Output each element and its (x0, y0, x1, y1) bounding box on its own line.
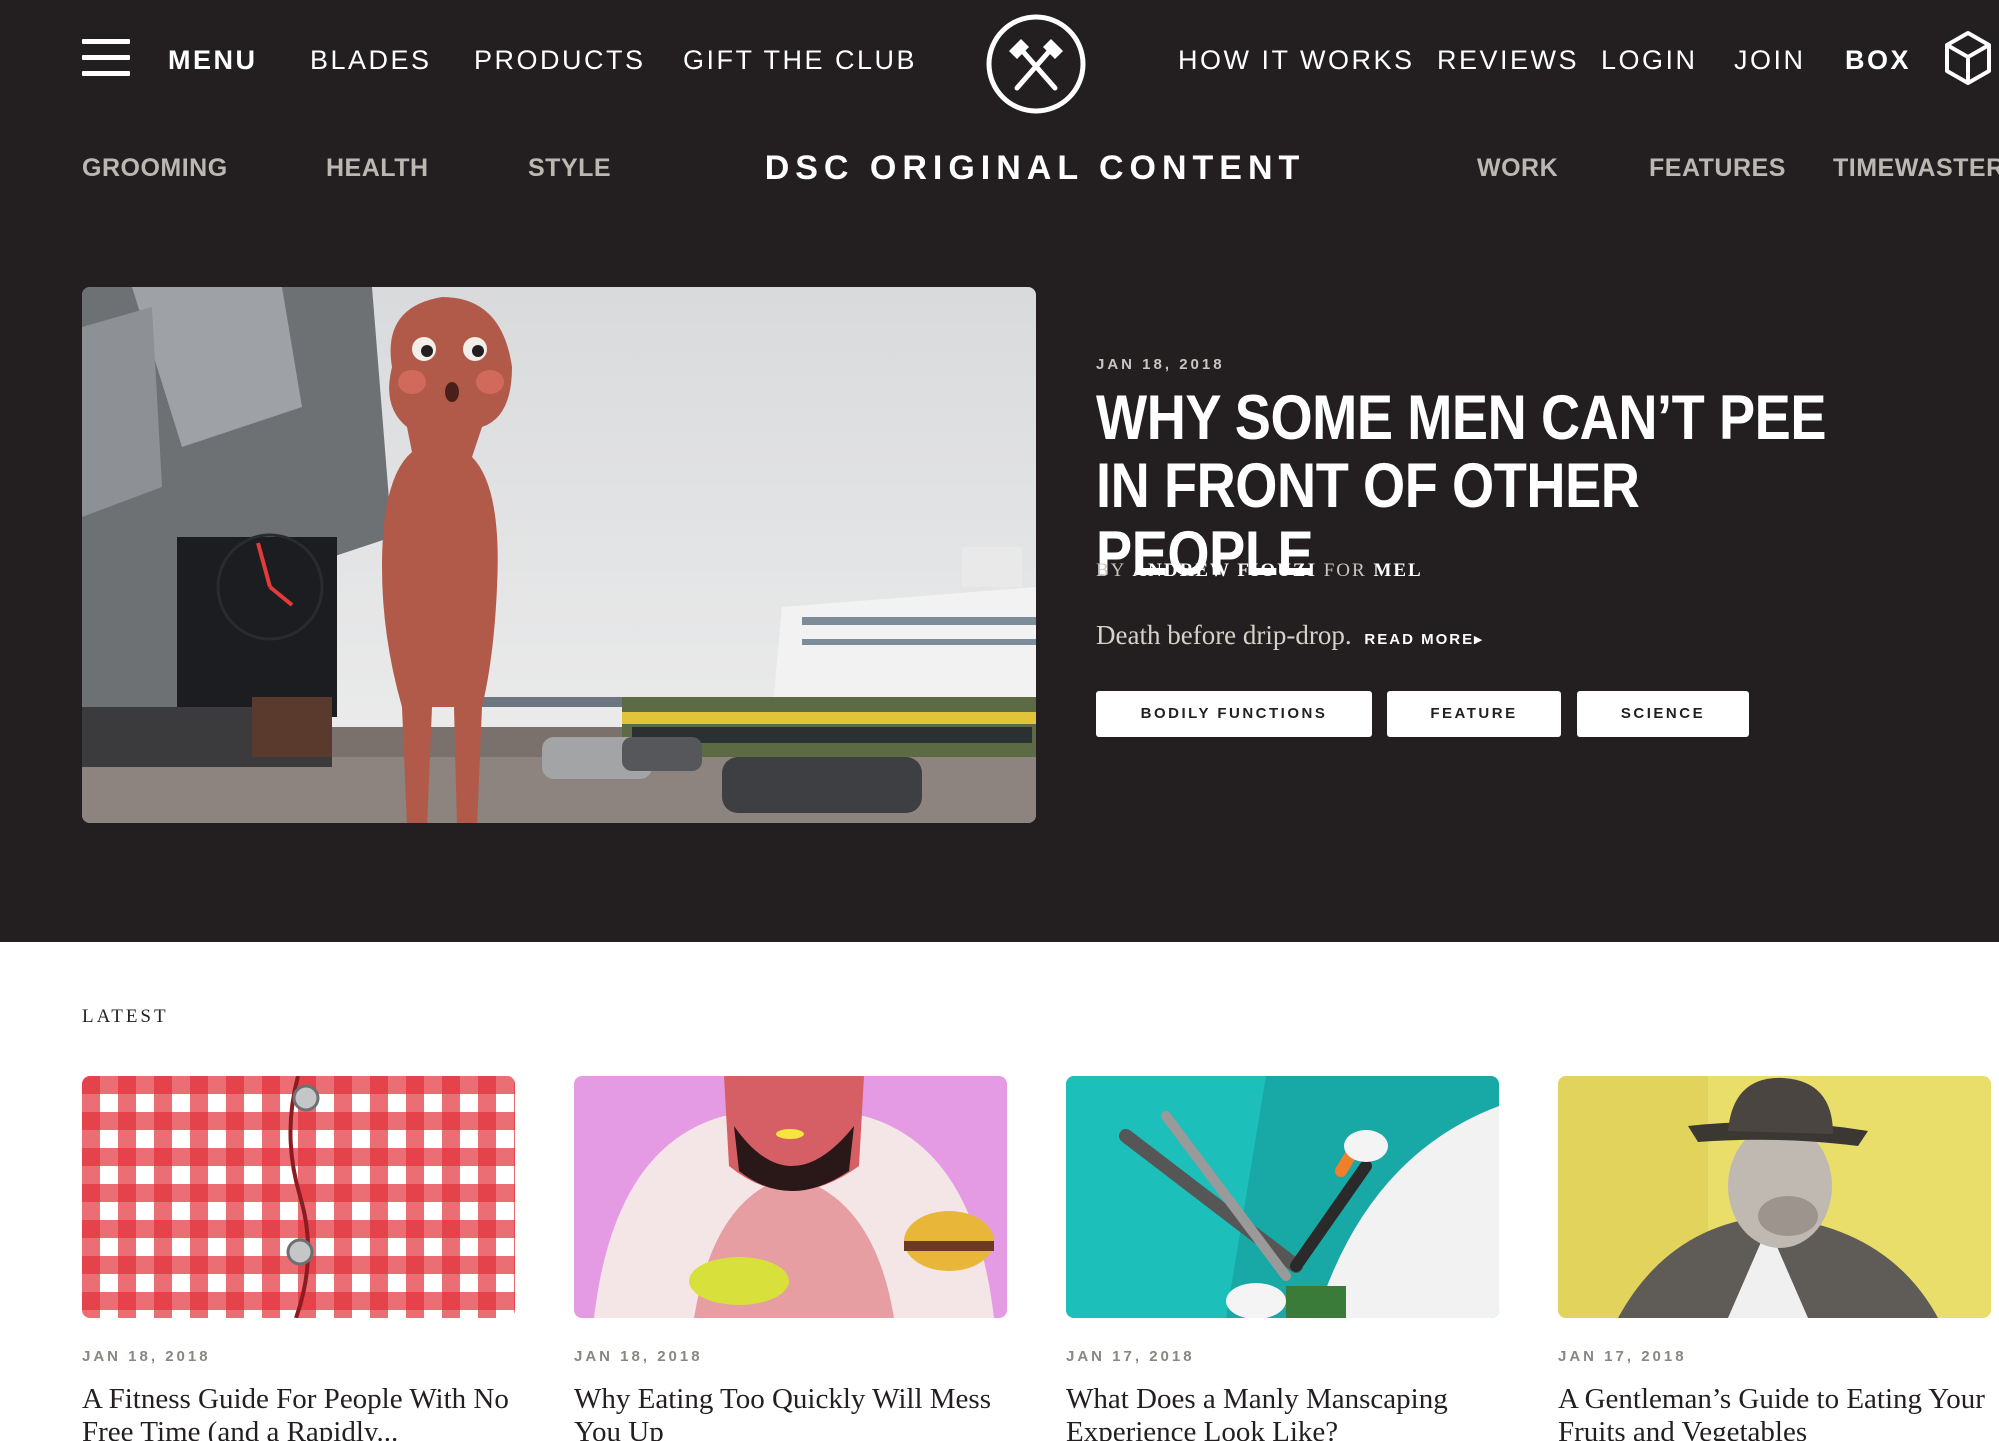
article-card[interactable]: JAN 17, 2018 A Gentleman’s Guide to Eati… (1558, 1076, 1991, 1441)
nav-products[interactable]: PRODUCTS (474, 44, 646, 76)
article-card[interactable]: JAN 18, 2018 Why Eating Too Quickly Will… (574, 1076, 1007, 1441)
tag-bodily-functions[interactable]: BODILY FUNCTIONS (1096, 691, 1372, 737)
cube-icon[interactable] (1944, 30, 1992, 86)
tag-science[interactable]: SCIENCE (1577, 691, 1749, 737)
nav-join[interactable]: JOIN (1734, 44, 1806, 76)
hero-image[interactable] (82, 287, 1036, 823)
nav-gift-the-club[interactable]: GIFT THE CLUB (683, 44, 917, 76)
nav-how-it-works[interactable]: HOW IT WORKS (1178, 44, 1415, 76)
article-date: JAN 18, 2018 (82, 1348, 211, 1365)
article-image[interactable] (1558, 1076, 1991, 1318)
byline-author[interactable]: ANDREW FIOUZI (1132, 560, 1317, 581)
subnav-timewasters[interactable]: TIMEWASTERS (1833, 153, 1999, 183)
article-title[interactable]: What Does a Manly Manscaping Experience … (1066, 1383, 1499, 1441)
article-title[interactable]: A Fitness Guide For People With No Free … (82, 1383, 515, 1441)
article-date: JAN 17, 2018 (1066, 1348, 1195, 1365)
crossed-hammers-icon[interactable] (985, 13, 1087, 115)
article-image[interactable] (82, 1076, 515, 1318)
article-card[interactable]: JAN 17, 2018 What Does a Manly Manscapin… (1066, 1076, 1499, 1441)
byline-by: BY (1096, 560, 1126, 581)
article-card[interactable]: JAN 18, 2018 A Fitness Guide For People … (82, 1076, 515, 1441)
top-nav: MENU BLADES PRODUCTS GIFT THE CLUB HOW I… (0, 0, 1999, 125)
tag-feature[interactable]: FEATURE (1387, 691, 1561, 737)
hero-byline: BY ANDREW FIOUZI FOR MEL (1096, 560, 1423, 582)
latest-heading: LATEST (82, 1006, 169, 1027)
menu-button[interactable]: MENU (168, 44, 258, 76)
article-image[interactable] (574, 1076, 1007, 1318)
subnav-features[interactable]: FEATURES (1649, 153, 1786, 183)
nav-reviews[interactable]: REVIEWS (1437, 44, 1579, 76)
article-title[interactable]: A Gentleman’s Guide to Eating Your Fruit… (1558, 1383, 1991, 1441)
byline-for: FOR (1323, 560, 1367, 581)
nav-box[interactable]: BOX (1845, 44, 1911, 76)
nav-blades[interactable]: BLADES (310, 44, 432, 76)
article-title[interactable]: Why Eating Too Quickly Will Mess You Up (574, 1383, 1007, 1441)
article-date: JAN 18, 2018 (574, 1348, 703, 1365)
article-date: JAN 17, 2018 (1558, 1348, 1687, 1365)
hero-section: MENU BLADES PRODUCTS GIFT THE CLUB HOW I… (0, 0, 1999, 942)
hero-date: JAN 18, 2018 (1096, 356, 1225, 373)
nav-login[interactable]: LOGIN (1601, 44, 1698, 76)
hamburger-menu-icon[interactable] (82, 39, 130, 76)
article-image[interactable] (1066, 1076, 1499, 1318)
hero-title[interactable]: WHY SOME MEN CAN’T PEE IN FRONT OF OTHER… (1096, 384, 1836, 588)
subnav-work[interactable]: WORK (1477, 153, 1558, 183)
hero-dek-text: Death before drip-drop. (1096, 620, 1352, 650)
hero-dek: Death before drip-drop. READ MORE▸ (1096, 620, 1484, 651)
read-more-link[interactable]: READ MORE▸ (1364, 631, 1483, 648)
byline-publication[interactable]: MEL (1373, 560, 1422, 581)
